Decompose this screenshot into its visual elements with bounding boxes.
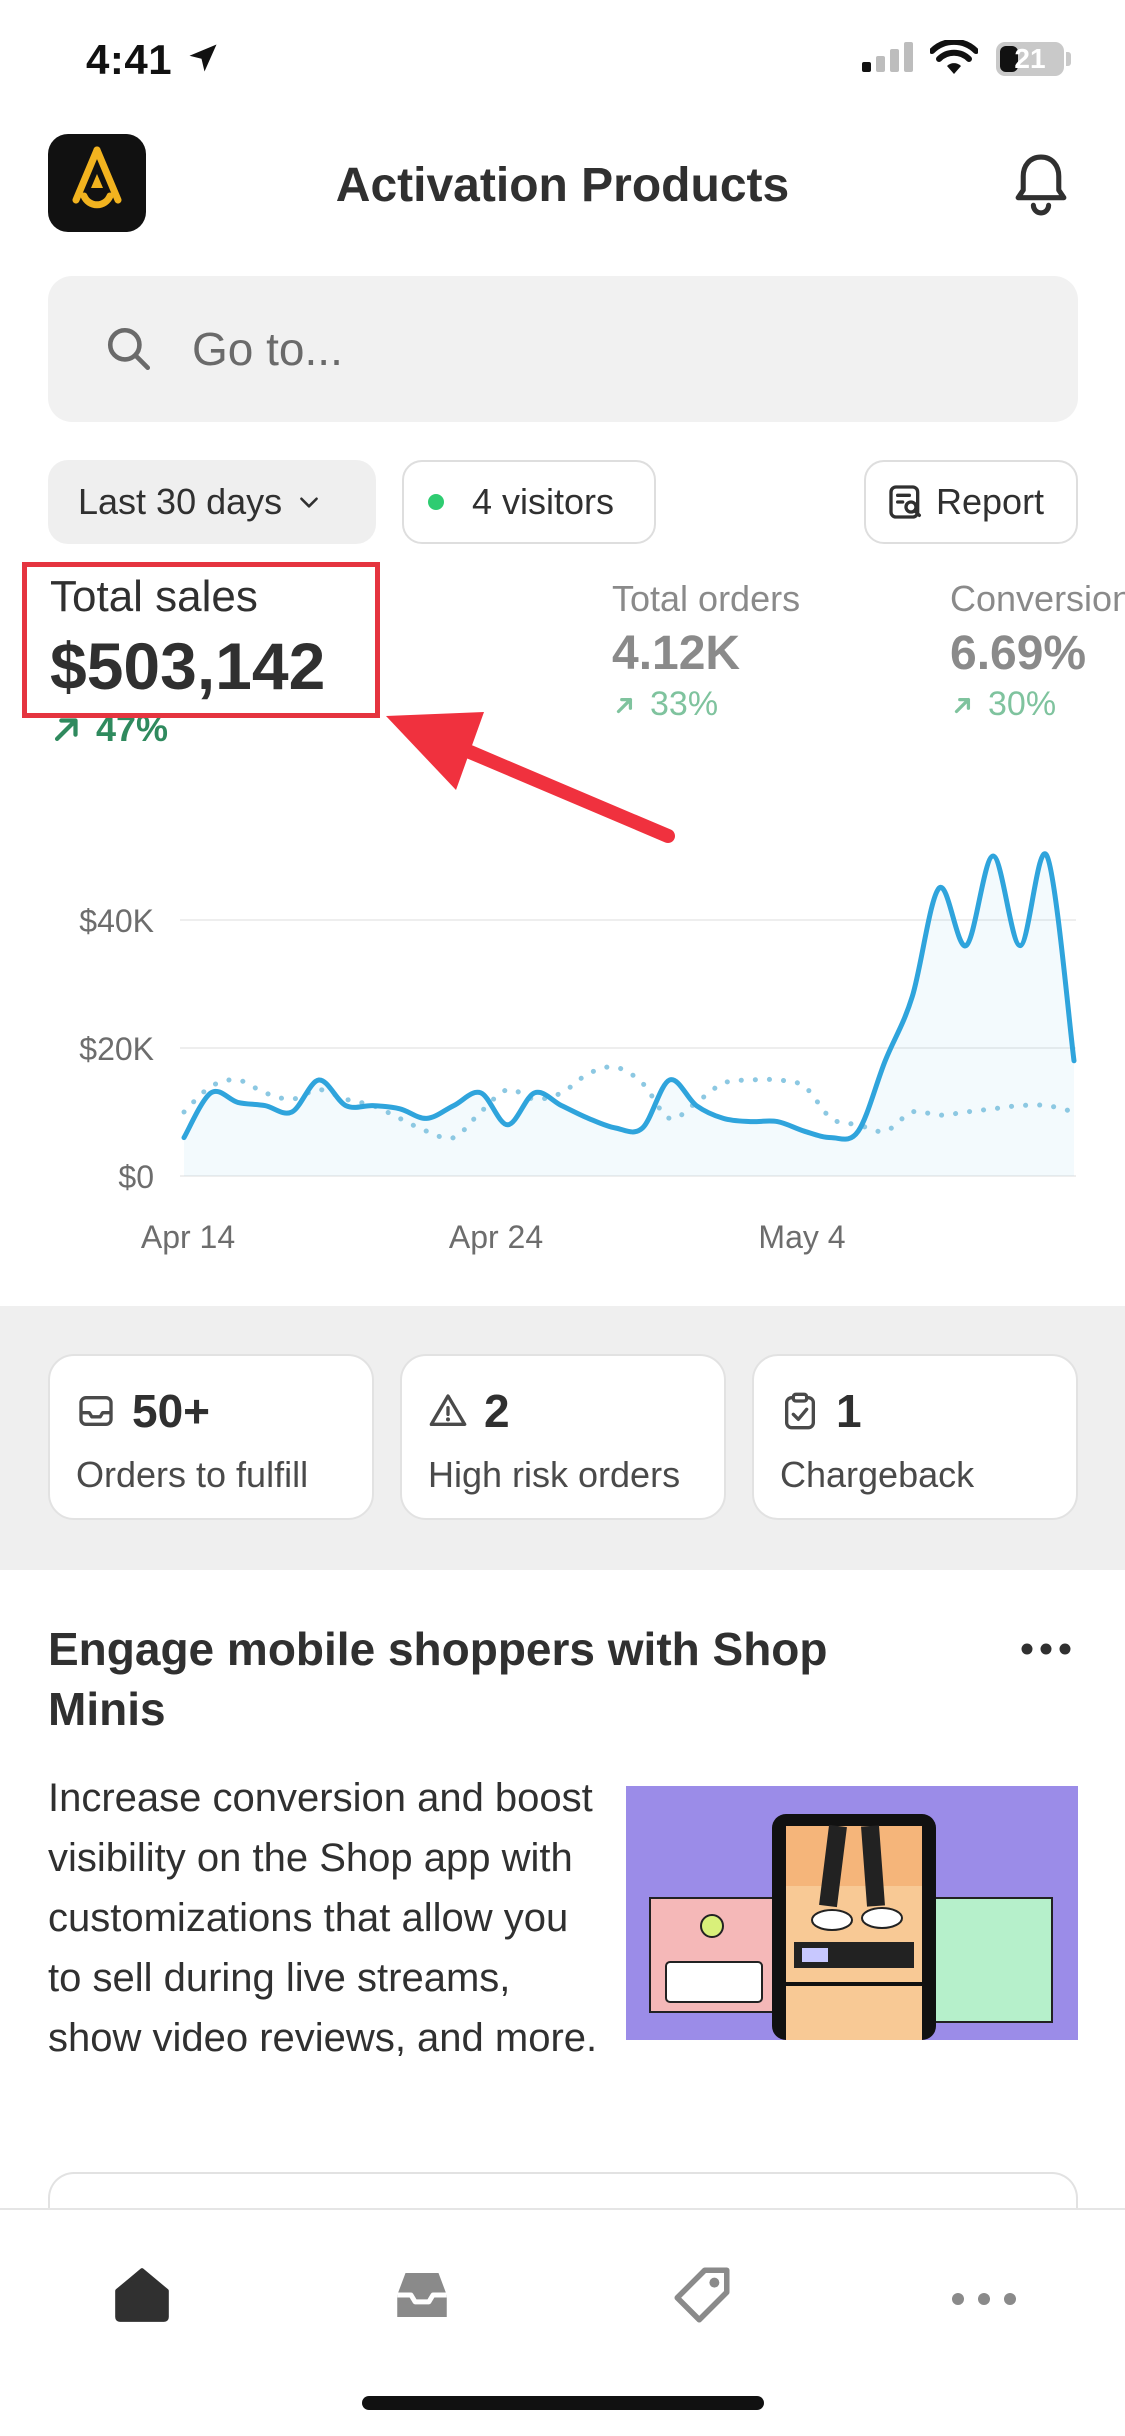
y-tick-label: $0 bbox=[118, 1159, 154, 1195]
sales-line-chart[interactable]: $40K $20K $0 Apr 14 Apr 24 May 4 bbox=[0, 850, 1125, 1270]
annotation-arrow-icon bbox=[386, 712, 675, 843]
report-label: Report bbox=[936, 481, 1045, 522]
metric-conversion[interactable]: Conversion 6.69% 30% bbox=[950, 578, 1125, 724]
battery-icon: 21 bbox=[996, 42, 1064, 76]
orders-to-fulfill-card[interactable]: 50+ Orders to fulfill bbox=[48, 1354, 374, 1520]
metric-delta-value: 30% bbox=[988, 685, 1057, 723]
cellular-signal-icon bbox=[862, 42, 913, 72]
high-risk-orders-card[interactable]: 2 High risk orders bbox=[400, 1354, 726, 1520]
search-icon bbox=[107, 327, 151, 371]
home-indicator bbox=[362, 2396, 764, 2410]
card-number: 50+ bbox=[132, 1385, 211, 1437]
location-arrow-icon bbox=[189, 44, 217, 72]
alert-triangle-icon bbox=[429, 1394, 467, 1426]
report-icon bbox=[889, 485, 921, 519]
card-number: 2 bbox=[484, 1385, 510, 1437]
chargeback-card[interactable]: 1 Chargeback bbox=[752, 1354, 1078, 1520]
promo-body: Increase conversion and boost visibility… bbox=[48, 1776, 598, 2060]
notifications-bell-icon[interactable] bbox=[1010, 152, 1072, 218]
report-button[interactable]: Report bbox=[864, 460, 1078, 544]
status-time: 4:41 bbox=[86, 36, 173, 83]
clipboard-check-icon bbox=[785, 1392, 815, 1430]
more-options-icon[interactable] bbox=[1020, 1642, 1072, 1656]
home-icon[interactable] bbox=[108, 2262, 176, 2328]
trend-up-arrow-icon bbox=[954, 697, 971, 713]
card-label: Orders to fulfill bbox=[76, 1454, 309, 1495]
orders-icon[interactable] bbox=[388, 2262, 456, 2328]
current-series-area bbox=[184, 853, 1074, 1176]
y-tick-label: $40K bbox=[79, 903, 154, 939]
x-tick-label: May 4 bbox=[758, 1219, 845, 1255]
y-tick-label: $20K bbox=[79, 1031, 154, 1067]
card-label: Chargeback bbox=[780, 1454, 975, 1495]
live-visitors-button[interactable]: 4 visitors bbox=[402, 460, 656, 544]
x-tick-label: Apr 24 bbox=[449, 1219, 543, 1255]
promo-title: Engage mobile shoppers with Shop Minis bbox=[48, 1623, 828, 1735]
card-label: High risk orders bbox=[428, 1454, 681, 1495]
products-tag-icon[interactable] bbox=[668, 2262, 736, 2328]
search-input[interactable] bbox=[192, 316, 992, 382]
live-dot-icon bbox=[428, 494, 444, 510]
x-tick-label: Apr 14 bbox=[141, 1219, 235, 1255]
page-title: Activation Products bbox=[335, 159, 790, 212]
metric-label: Conversion bbox=[950, 578, 1125, 619]
search-bar[interactable] bbox=[48, 276, 1078, 422]
metric-value: 4.12K bbox=[612, 627, 741, 680]
metric-label: Total orders bbox=[612, 578, 801, 619]
shop-minis-illustration[interactable] bbox=[626, 1786, 1078, 2040]
annotation-highlight-box bbox=[22, 562, 380, 718]
battery-level: 21 bbox=[1014, 43, 1046, 74]
more-icon[interactable] bbox=[950, 2292, 1018, 2306]
date-range-label: Last 30 days bbox=[78, 481, 283, 522]
metric-delta: 30% bbox=[950, 685, 1125, 724]
visitors-label: 4 visitors bbox=[472, 481, 615, 522]
status-bar: 4:41 21 bbox=[0, 0, 1125, 120]
date-range-selector[interactable]: Last 30 days bbox=[48, 460, 376, 544]
metric-value: 6.69% bbox=[950, 627, 1087, 680]
card-number: 1 bbox=[836, 1385, 862, 1437]
inbox-icon bbox=[79, 1396, 113, 1426]
battery-tip bbox=[1066, 52, 1071, 66]
wifi-icon bbox=[930, 40, 978, 74]
chevron-down-icon bbox=[300, 497, 319, 508]
